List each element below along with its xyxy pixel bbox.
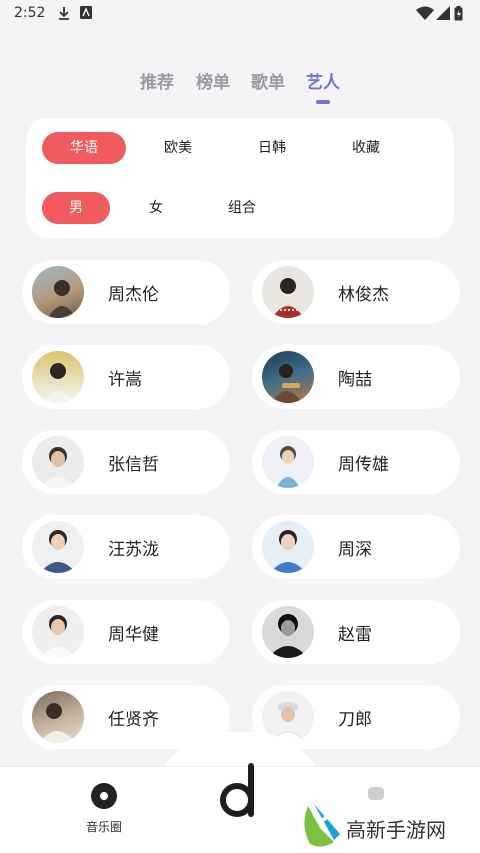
artist-avatar: [32, 606, 84, 658]
artist-card[interactable]: 汪苏泷: [22, 515, 230, 579]
artist-card[interactable]: 周传雄: [252, 430, 460, 494]
status-bar: 2:52: [0, 0, 480, 28]
notification-icon: [80, 6, 92, 19]
filter-chip-huayu[interactable]: 华语: [42, 132, 126, 164]
tab-artists[interactable]: 艺人: [306, 68, 340, 93]
nav-profile[interactable]: [364, 786, 388, 806]
artist-name: 赵雷: [338, 625, 372, 645]
artist-name: 周传雄: [338, 455, 389, 475]
wifi-icon: [416, 6, 434, 20]
artist-card[interactable]: 许嵩: [22, 345, 230, 409]
artist-name: 陶喆: [338, 370, 372, 390]
artist-card[interactable]: 周杰伦: [22, 260, 230, 324]
artist-avatar: [32, 521, 84, 573]
artist-avatar: [262, 606, 314, 658]
artist-name: 汪苏泷: [108, 540, 159, 560]
artist-card[interactable]: 林俊杰: [252, 260, 460, 324]
now-playing-button[interactable]: [214, 762, 266, 826]
filter-chip-female[interactable]: 女: [122, 192, 190, 224]
artist-avatar: [262, 436, 314, 488]
artist-avatar: [262, 266, 314, 318]
active-tab-indicator: [316, 100, 330, 104]
download-icon: [59, 7, 69, 20]
artist-name: 周杰伦: [108, 285, 159, 305]
watermark-logo-icon: [304, 804, 340, 847]
artist-card[interactable]: 陶喆: [252, 345, 460, 409]
watermark-text: 高新手游网: [346, 818, 446, 842]
filter-chip-male[interactable]: 男: [42, 192, 110, 224]
artist-name: 张信哲: [108, 455, 159, 475]
artist-avatar: [32, 351, 84, 403]
filter-chip-rihan[interactable]: 日韩: [230, 132, 314, 164]
tab-charts[interactable]: 榜单: [196, 68, 230, 93]
artist-avatar: [32, 436, 84, 488]
app-logo-icon: [220, 763, 254, 817]
battery-icon: [454, 6, 463, 21]
chat-bubble-icon: [368, 787, 384, 800]
artist-avatar: [32, 691, 84, 743]
artist-card[interactable]: 赵雷: [252, 600, 460, 664]
status-time: 2:52: [14, 5, 46, 21]
artist-name: 林俊杰: [338, 285, 389, 305]
artist-avatar: [262, 521, 314, 573]
tab-playlists[interactable]: 歌单: [251, 68, 285, 93]
artist-card[interactable]: 周华健: [22, 600, 230, 664]
filter-chip-favorites[interactable]: 收藏: [324, 132, 408, 164]
artist-name: 任贤齐: [108, 710, 159, 730]
artist-name: 周华健: [108, 625, 159, 645]
artist-name: 刀郎: [338, 710, 372, 730]
artist-card[interactable]: 张信哲: [22, 430, 230, 494]
filter-chip-group[interactable]: 组合: [206, 192, 278, 224]
artist-name: 许嵩: [108, 370, 142, 390]
artist-name: 周深: [338, 540, 372, 560]
filter-chip-oumei[interactable]: 欧美: [136, 132, 220, 164]
artist-card[interactable]: 周深: [252, 515, 460, 579]
filter-panel: 华语 欧美 日韩 收藏 男 女 组合: [26, 118, 454, 238]
tab-recommend[interactable]: 推荐: [140, 68, 174, 93]
top-tabs: 推荐 榜单 歌单 艺人: [0, 68, 480, 108]
artist-avatar: [32, 266, 84, 318]
signal-icon: [436, 6, 450, 20]
nav-music-circle-label: 音乐圈: [85, 820, 122, 834]
disc-icon: [91, 783, 117, 809]
nav-music-circle[interactable]: 音乐圈: [78, 782, 130, 835]
artist-avatar: [262, 351, 314, 403]
